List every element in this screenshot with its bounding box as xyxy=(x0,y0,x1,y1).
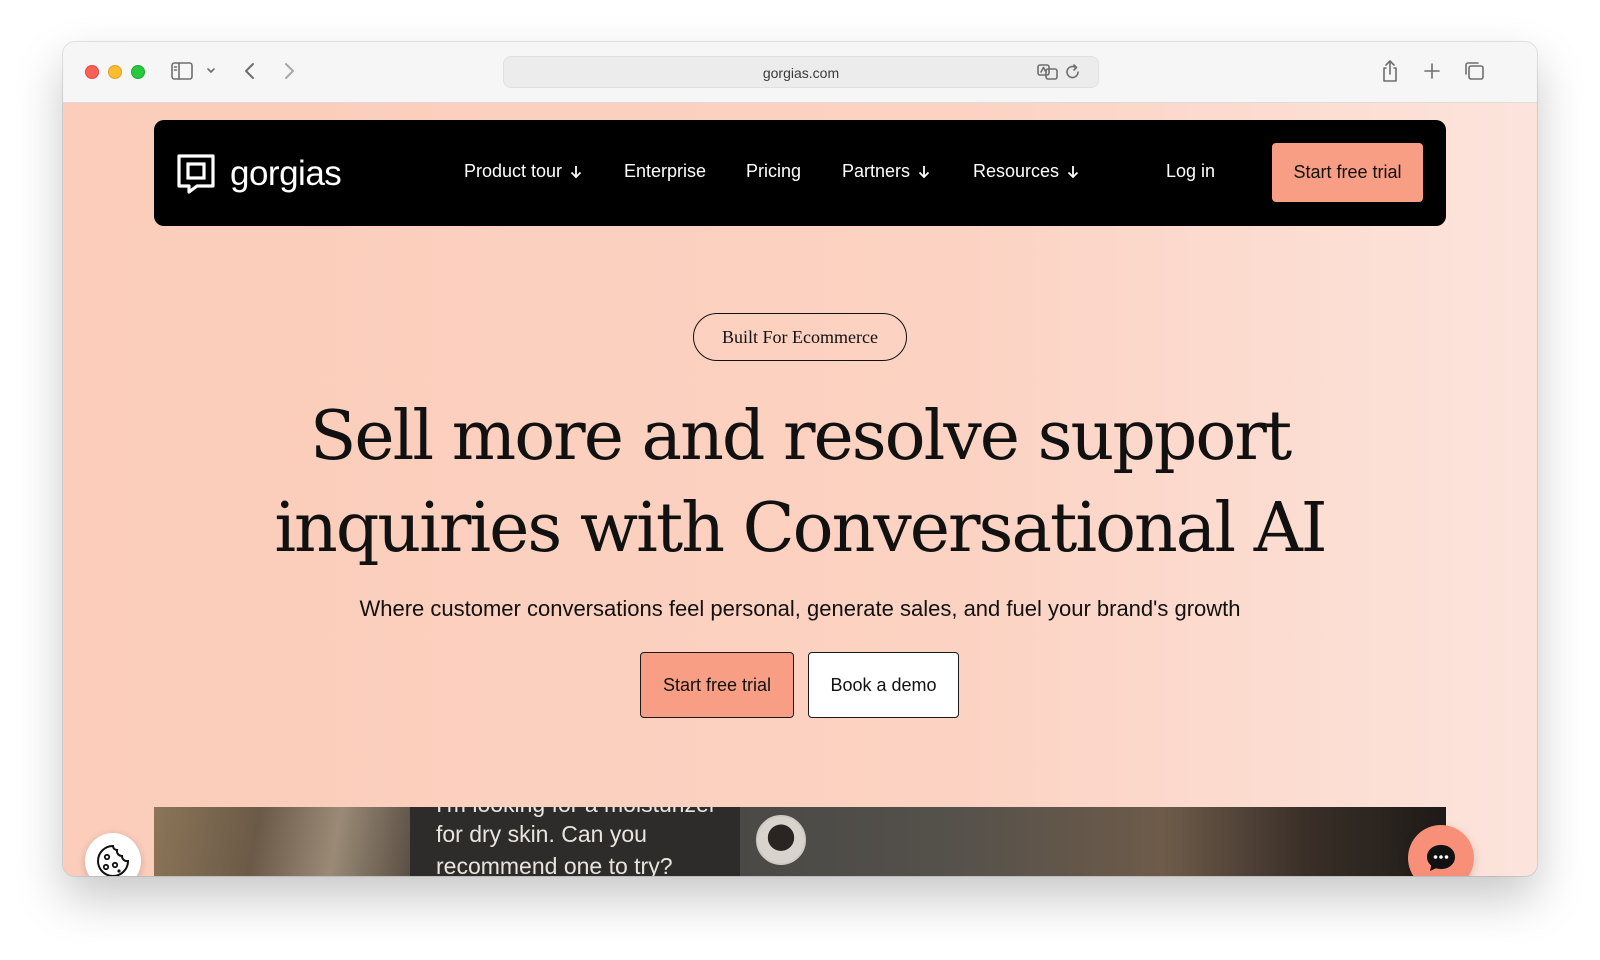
arrow-down-icon xyxy=(569,164,583,180)
reload-icon[interactable] xyxy=(1064,62,1082,82)
login-label: Log in xyxy=(1166,161,1216,181)
logo-text: gorgias xyxy=(230,154,342,193)
share-icon[interactable] xyxy=(1379,58,1401,84)
nav-resources[interactable]: Resources xyxy=(973,161,1080,182)
site-navbar: gorgias Product tour Enterprise Pricing … xyxy=(154,120,1446,226)
nav-item-label: Pricing xyxy=(746,161,802,181)
chat-widget-button[interactable] xyxy=(1408,825,1474,876)
cookie-icon xyxy=(97,844,130,876)
book-demo-button[interactable]: Book a demo xyxy=(808,652,959,718)
arrow-down-icon xyxy=(917,164,931,180)
hero-headline: Sell more and resolve support inquiries … xyxy=(63,391,1537,575)
new-tab-icon[interactable] xyxy=(1421,60,1443,82)
media-photo-left xyxy=(154,807,410,876)
nav-start-trial-button[interactable]: Start free trial xyxy=(1272,143,1423,202)
nav-enterprise[interactable]: Enterprise xyxy=(624,161,706,182)
ecommerce-badge: Built For Ecommerce xyxy=(693,313,907,361)
translate-icon[interactable] xyxy=(1036,62,1060,82)
nav-product-tour[interactable]: Product tour xyxy=(464,161,583,182)
browser-toolbar: gorgias.com xyxy=(63,42,1537,103)
browser-window: gorgias.com gorgias Product tour Enterpr… xyxy=(63,42,1537,876)
page-content: gorgias Product tour Enterprise Pricing … xyxy=(63,103,1537,876)
hero-media: I'm looking for a moisturizer for dry sk… xyxy=(154,807,1446,876)
nav-item-label: Partners xyxy=(842,161,911,181)
gorgias-logo-icon xyxy=(177,154,215,194)
hero-subheadline: Where customer conversations feel person… xyxy=(359,596,1241,621)
chevron-down-icon[interactable] xyxy=(205,60,217,82)
tabs-overview-icon[interactable] xyxy=(1462,60,1486,82)
headline-line-1: Sell more and resolve support xyxy=(309,397,1292,476)
nav-item-label: Resources xyxy=(973,161,1060,181)
bubble-line-2: for dry skin. Can you xyxy=(436,821,647,847)
nav-item-label: Enterprise xyxy=(624,161,707,181)
chat-bubble: I'm looking for a moisturizer for dry sk… xyxy=(410,807,740,876)
close-window-button[interactable] xyxy=(85,65,99,79)
nav-partners[interactable]: Partners xyxy=(842,161,931,182)
bubble-line-3: recommend one to try? xyxy=(436,853,673,876)
login-link[interactable]: Log in xyxy=(1166,161,1215,182)
address-bar[interactable]: gorgias.com xyxy=(503,56,1099,88)
arrow-down-icon xyxy=(1066,164,1080,180)
bubble-line-1: I'm looking for a moisturizer xyxy=(436,807,716,818)
minimize-window-button[interactable] xyxy=(108,65,122,79)
nav-item-label: Product tour xyxy=(464,161,563,181)
headline-line-2: inquiries with Conversational AI xyxy=(274,489,1327,568)
nav-pricing[interactable]: Pricing xyxy=(746,161,801,182)
media-photo-right xyxy=(740,807,1446,876)
gorgias-logo[interactable]: gorgias xyxy=(176,153,342,195)
back-icon[interactable] xyxy=(240,60,260,82)
forward-icon[interactable] xyxy=(279,60,299,82)
start-free-trial-button[interactable]: Start free trial xyxy=(640,652,794,718)
customer-avatar xyxy=(756,815,806,865)
zoom-window-button[interactable] xyxy=(131,65,145,79)
sidebar-icon[interactable] xyxy=(170,60,194,82)
cookie-settings-button[interactable] xyxy=(85,833,141,876)
chat-bubble-icon xyxy=(1427,845,1455,871)
url-text: gorgias.com xyxy=(762,65,840,81)
